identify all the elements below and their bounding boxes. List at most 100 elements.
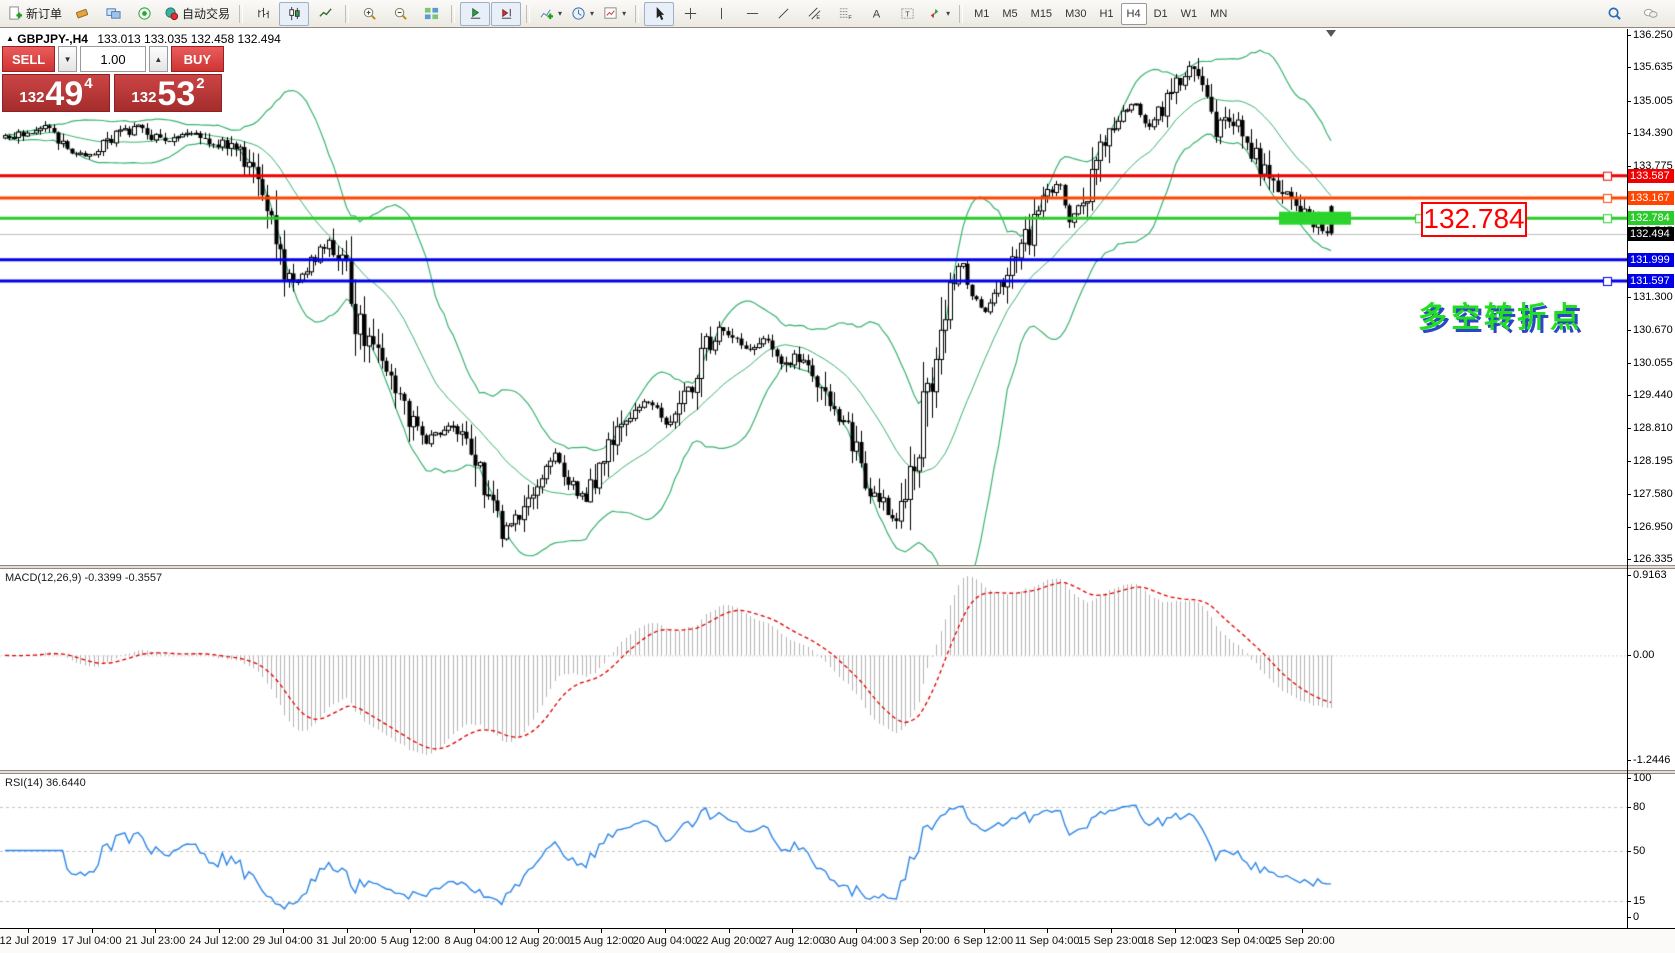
auto-scroll-button[interactable] bbox=[460, 2, 490, 26]
vertical-line-button[interactable] bbox=[706, 2, 736, 26]
price-tag-132.494: 132.494 bbox=[1628, 227, 1674, 241]
bar-chart-icon bbox=[256, 6, 271, 21]
timeframe-m30[interactable]: M30 bbox=[1059, 3, 1092, 25]
line-chart-icon bbox=[318, 6, 333, 21]
trendline-icon bbox=[776, 6, 791, 21]
price-axis-line bbox=[1627, 29, 1628, 928]
chart-profile-button[interactable] bbox=[98, 2, 128, 26]
price-tag-133.167: 133.167 bbox=[1628, 191, 1674, 205]
fibo-icon: F bbox=[838, 6, 853, 21]
time-tick-mark bbox=[283, 929, 284, 933]
styler-button[interactable] bbox=[67, 2, 97, 26]
hline-icon bbox=[745, 6, 760, 21]
zoom-out-button[interactable] bbox=[385, 2, 415, 26]
macd-canvas[interactable] bbox=[0, 569, 1627, 770]
price-tick-label: 128.810 bbox=[1633, 422, 1673, 434]
price-tick-label: 134.390 bbox=[1633, 127, 1673, 139]
candlestick-button[interactable] bbox=[279, 2, 309, 26]
sound-icon bbox=[137, 6, 152, 21]
time-tick-mark bbox=[219, 929, 220, 933]
chart-shift-button[interactable] bbox=[491, 2, 521, 26]
timeframe-m15[interactable]: M15 bbox=[1025, 3, 1058, 25]
fibonacci-button[interactable]: F bbox=[830, 2, 860, 26]
timeframe-m1[interactable]: M1 bbox=[968, 3, 995, 25]
news-button[interactable] bbox=[129, 2, 159, 26]
time-tick-mark bbox=[1238, 929, 1239, 933]
chat-icon bbox=[1643, 6, 1658, 21]
timeframe-mn[interactable]: MN bbox=[1204, 3, 1233, 25]
chat-button[interactable] bbox=[1635, 2, 1665, 26]
timeframe-h4[interactable]: H4 bbox=[1121, 3, 1147, 25]
crosshair-icon bbox=[683, 6, 698, 21]
svg-text:F: F bbox=[848, 15, 852, 21]
collapse-arrow-icon[interactable]: ▲ bbox=[6, 34, 14, 43]
time-axis[interactable]: 12 Jul 201917 Jul 04:0021 Jul 23:0024 Ju… bbox=[0, 928, 1675, 953]
price-tick-label: 126.335 bbox=[1633, 553, 1673, 565]
arrows-button[interactable]: ▾ bbox=[923, 2, 954, 26]
turning-point-annotation[interactable]: 多空转折点 bbox=[1418, 294, 1583, 336]
buy-button[interactable]: BUY bbox=[171, 46, 224, 72]
periods-icon bbox=[571, 6, 586, 21]
volume-decrease-button[interactable]: ▼ bbox=[58, 46, 77, 72]
timeframe-d1[interactable]: D1 bbox=[1148, 3, 1174, 25]
time-tick-mark bbox=[1302, 929, 1303, 933]
templates-icon bbox=[603, 6, 618, 21]
volume-increase-button[interactable]: ▲ bbox=[149, 46, 168, 72]
bar-chart-button[interactable] bbox=[248, 2, 278, 26]
time-tick-mark bbox=[1047, 929, 1048, 933]
line-chart-button[interactable] bbox=[310, 2, 340, 26]
time-tick-mark bbox=[920, 929, 921, 933]
new-order-button[interactable]: 新订单 bbox=[4, 2, 66, 26]
search-button[interactable] bbox=[1599, 2, 1629, 26]
timeframe-w1[interactable]: W1 bbox=[1175, 3, 1204, 25]
time-tick-label: 30 Aug 04:00 bbox=[824, 935, 889, 947]
toolbar-separator bbox=[959, 5, 963, 23]
chevron-down-icon: ▾ bbox=[590, 9, 594, 18]
label-button[interactable]: T bbox=[892, 2, 922, 26]
chart-shift-marker bbox=[1326, 30, 1336, 37]
buy-price[interactable]: 132 53 2 bbox=[114, 74, 222, 112]
time-tick-label: 29 Jul 04:00 bbox=[253, 935, 313, 947]
time-tick-label: 21 Jul 23:00 bbox=[125, 935, 185, 947]
zoom-out-icon bbox=[393, 6, 408, 21]
toolbar-separator bbox=[451, 5, 455, 23]
templates-button[interactable]: ▾ bbox=[599, 2, 630, 26]
indicators-button[interactable]: ▾ bbox=[535, 2, 566, 26]
eraser-icon bbox=[75, 6, 90, 21]
time-tick-mark bbox=[410, 929, 411, 933]
trendline-button[interactable] bbox=[768, 2, 798, 26]
time-tick-label: 15 Sep 23:00 bbox=[1078, 935, 1143, 947]
time-tick-mark bbox=[665, 929, 666, 933]
tile-windows-button[interactable] bbox=[416, 2, 446, 26]
volume-input[interactable] bbox=[80, 46, 146, 72]
crosshair-button[interactable] bbox=[675, 2, 705, 26]
sell-price[interactable]: 132 49 4 bbox=[2, 74, 110, 112]
rsi-canvas[interactable] bbox=[0, 774, 1627, 928]
channel-icon: E bbox=[807, 6, 822, 21]
horizontal-line-button[interactable] bbox=[737, 2, 767, 26]
sell-button[interactable]: SELL bbox=[2, 46, 55, 72]
time-tick-label: 31 Jul 20:00 bbox=[317, 935, 377, 947]
rsi-tick-label: 50 bbox=[1633, 845, 1645, 857]
periods-button[interactable]: ▾ bbox=[567, 2, 598, 26]
time-tick-mark bbox=[347, 929, 348, 933]
main-chart-canvas[interactable] bbox=[0, 29, 1627, 565]
time-tick-label: 27 Aug 12:00 bbox=[760, 935, 825, 947]
chevron-down-icon: ▾ bbox=[946, 9, 950, 18]
price-tick-label: 135.005 bbox=[1633, 95, 1673, 107]
price-tick-label: 128.195 bbox=[1633, 455, 1673, 467]
zoom-in-button[interactable] bbox=[354, 2, 384, 26]
timeframe-h1[interactable]: H1 bbox=[1093, 3, 1119, 25]
sell-price-sup: 4 bbox=[84, 75, 92, 92]
text-button[interactable]: A bbox=[861, 2, 891, 26]
price-annotation-box[interactable]: 132.784 bbox=[1421, 202, 1527, 237]
channel-button[interactable]: E bbox=[799, 2, 829, 26]
time-tick-mark bbox=[1175, 929, 1176, 933]
cursor-button[interactable] bbox=[644, 2, 674, 26]
time-tick-mark bbox=[1111, 929, 1112, 933]
sell-price-prefix: 132 bbox=[19, 89, 44, 106]
timeframe-m5[interactable]: M5 bbox=[996, 3, 1023, 25]
time-tick-mark bbox=[856, 929, 857, 933]
time-tick-mark bbox=[92, 929, 93, 933]
autotrading-button[interactable]: 自动交易 bbox=[160, 2, 234, 26]
